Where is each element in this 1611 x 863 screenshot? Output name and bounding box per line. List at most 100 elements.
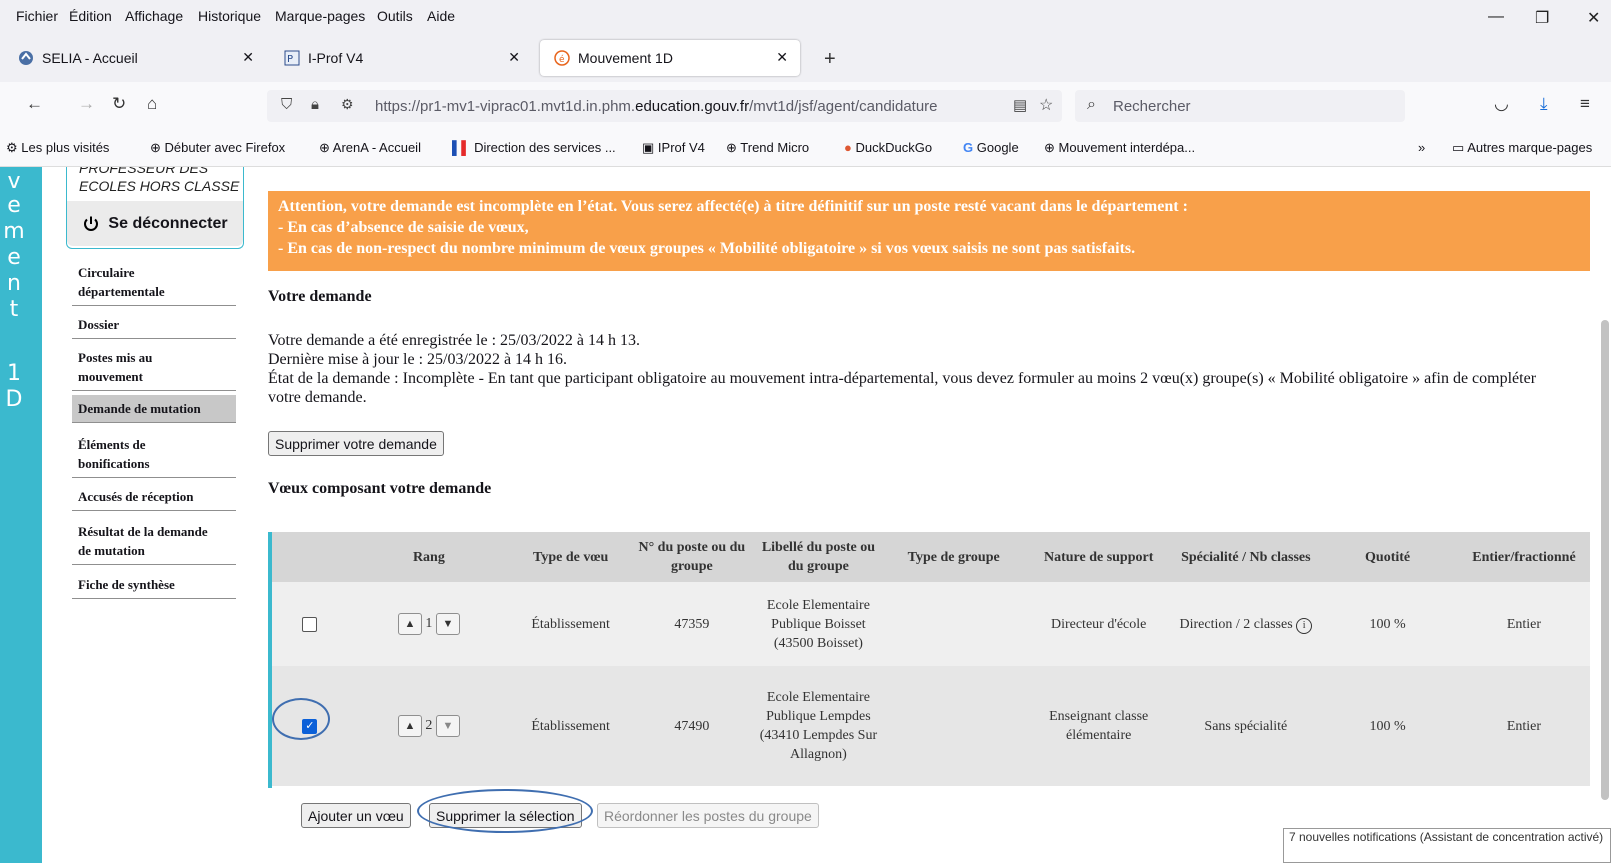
sidebar-item-accuses[interactable]: Accusés de réception <box>72 483 236 511</box>
tab-mouvement[interactable]: é Mouvement 1D ✕ <box>540 40 800 76</box>
rank-controls: ▲ 2 ▼ <box>347 666 511 786</box>
stripe-letter: e <box>7 193 21 218</box>
bookmark-most-visited[interactable]: ⚙ Les plus visités <box>6 140 109 156</box>
highlight-circle-button <box>417 789 593 833</box>
info-icon[interactable]: i <box>1296 617 1313 634</box>
sidebar-item-circulaire[interactable]: Circulaire départementale <box>72 259 236 306</box>
restore-icon[interactable]: ❐ <box>1535 8 1549 28</box>
search-bar[interactable]: ⌕ Rechercher <box>1075 90 1405 122</box>
app-title-stripe: v e m e n t 1 D <box>0 167 42 863</box>
col-header-quotite: Quotité <box>1317 532 1458 582</box>
scrollbar-thumb[interactable] <box>1601 320 1609 800</box>
cell-nature: Enseignant classe élémentaire <box>1022 666 1175 786</box>
col-header-libelle: Libellé du poste ou du groupe <box>752 532 885 582</box>
stripe-letter: t <box>9 297 19 322</box>
menu-affichage[interactable]: Affichage <box>125 8 183 24</box>
cell-numero: 47490 <box>631 666 753 786</box>
bookmark-arena[interactable]: ⊕ ArenA - Accueil <box>319 140 421 156</box>
notification-toast[interactable]: 7 nouvelles notifications (Assistant de … <box>1283 828 1611 863</box>
menu-aide[interactable]: Aide <box>427 8 455 24</box>
sidebar-item-fiche[interactable]: Fiche de synthèse <box>72 571 236 599</box>
move-down-button[interactable]: ▼ <box>435 613 460 635</box>
reader-view-icon[interactable]: ▤ <box>1013 96 1027 114</box>
sidebar-item-bonifications[interactable]: Éléments de bonifications <box>72 431 236 478</box>
menu-historique[interactable]: Historique <box>198 8 261 24</box>
menu-edition[interactable]: Édition <box>69 8 112 24</box>
cell-type: Établissement <box>510 582 632 666</box>
bookmarks-bar: ⚙ Les plus visités ⊕ Débuter avec Firefo… <box>0 128 1611 167</box>
bookmark-mouvement[interactable]: ⊕ Mouvement interdépa... <box>1044 140 1195 156</box>
sidebar-item-resultat[interactable]: Résultat de la demande de mutation <box>72 518 236 565</box>
stripe-letter: v <box>7 169 21 194</box>
row-checkbox[interactable] <box>302 616 318 632</box>
home-icon[interactable]: ⌂ <box>147 94 157 114</box>
menu-hamburger-icon[interactable]: ≡ <box>1580 94 1590 114</box>
cell-libelle: Ecole Elementaire Publique Lempdes (4341… <box>752 666 885 786</box>
move-up-button[interactable]: ▲ <box>397 613 422 635</box>
search-placeholder: Rechercher <box>1113 98 1191 115</box>
selia-icon <box>19 51 33 65</box>
stripe-letter: D <box>5 387 23 412</box>
minimize-icon[interactable]: — <box>1488 8 1504 26</box>
bookmark-duckduckgo[interactable]: ● DuckDuckGo <box>844 140 932 155</box>
new-tab-icon[interactable]: + <box>824 48 836 71</box>
rank-value: 2 <box>425 718 433 734</box>
menu-fichier[interactable]: Fichier <box>16 8 58 24</box>
menu-outils[interactable]: Outils <box>377 8 413 24</box>
cell-type: Établissement <box>510 666 632 786</box>
permissions-icon[interactable]: ⚙ <box>341 96 354 113</box>
sidebar-item-demande[interactable]: Demande de mutation <box>72 395 236 423</box>
col-header-rang: Rang <box>347 532 511 582</box>
shield-icon[interactable]: ⛉ <box>281 96 292 113</box>
voeux-table: Rang Type de vœu N° du poste ou du group… <box>272 532 1590 786</box>
power-icon <box>84 216 99 231</box>
tab-bar: SELIA - Accueil ✕ P I-Prof V4 ✕ é Mouvem… <box>0 34 1611 82</box>
sidebar-item-dossier[interactable]: Dossier <box>72 311 236 339</box>
mouvement-icon: é <box>554 50 570 66</box>
cell-type-groupe <box>884 582 1023 666</box>
add-voeu-button[interactable]: Ajouter un vœu <box>301 803 411 828</box>
page-content: v e m e n t 1 D PROFESSEUR DES ECOLES HOR… <box>0 167 1598 863</box>
lock-icon[interactable]: 🔒︎ <box>311 96 319 113</box>
forward-icon[interactable]: → <box>78 94 95 114</box>
pocket-icon[interactable]: ◡ <box>1494 94 1509 114</box>
delete-demande-button[interactable]: Supprimer votre demande <box>268 431 444 456</box>
cell-specialite: Direction / 2 classes i <box>1174 582 1318 666</box>
close-tab-icon[interactable]: ✕ <box>508 49 520 66</box>
user-role: PROFESSEUR DES ECOLES HORS CLASSE <box>79 167 240 194</box>
reload-icon[interactable]: ↻ <box>112 94 126 114</box>
logout-button[interactable]: Se déconnecter <box>67 201 243 246</box>
close-tab-icon[interactable]: ✕ <box>242 49 254 66</box>
col-header-type-groupe: Type de groupe <box>884 532 1023 582</box>
col-header-nature: Nature de support <box>1022 532 1175 582</box>
menu-bar: Fichier Édition Affichage Historique Mar… <box>0 0 1611 34</box>
tab-iprof[interactable]: P I-Prof V4 ✕ <box>270 40 532 76</box>
alert-line: Attention, votre demande est incomplète … <box>278 198 1188 215</box>
close-tab-icon[interactable]: ✕ <box>776 49 788 66</box>
close-window-icon[interactable]: ✕ <box>1587 8 1600 28</box>
url-bar[interactable]: ⛉ 🔒︎ ⚙ https://pr1-mv1-viprac01.mvt1d.in… <box>267 90 1062 122</box>
cell-type-groupe <box>884 666 1023 786</box>
bookmark-trend-micro[interactable]: ⊕ Trend Micro <box>726 140 809 156</box>
bookmark-other[interactable]: ▭ Autres marque-pages <box>1452 140 1592 156</box>
back-icon[interactable]: ← <box>26 94 43 114</box>
rank-controls: ▲ 1 ▼ <box>347 582 511 666</box>
svg-text:P: P <box>287 54 293 65</box>
reorder-button[interactable]: Réordonner les postes du groupe <box>597 803 819 828</box>
stripe-letter: n <box>7 271 21 296</box>
highlight-circle-checkbox <box>272 698 330 740</box>
bookmark-firefox[interactable]: ⊕ Débuter avec Firefox <box>150 140 285 156</box>
downloads-icon[interactable]: ⤓ <box>1540 94 1548 114</box>
bookmark-iprof[interactable]: ▣ IProf V4 <box>642 140 705 156</box>
bookmark-google[interactable]: G Google <box>963 140 1019 155</box>
bookmarks-overflow-icon[interactable]: » <box>1418 140 1425 155</box>
bookmark-star-icon[interactable]: ☆ <box>1039 95 1053 115</box>
sidebar-item-postes[interactable]: Postes mis au mouvement <box>72 344 236 391</box>
move-down-button[interactable]: ▼ <box>435 715 460 737</box>
menu-marque-pages[interactable]: Marque-pages <box>275 8 365 24</box>
tab-selia[interactable]: SELIA - Accueil ✕ <box>4 40 266 76</box>
bookmark-direction[interactable]: ▌▌ Direction des services ... <box>452 140 616 155</box>
demande-title: Votre demande <box>268 288 372 305</box>
move-up-button[interactable]: ▲ <box>397 715 422 737</box>
user-box: PROFESSEUR DES ECOLES HORS CLASSE Se déco… <box>66 167 244 249</box>
